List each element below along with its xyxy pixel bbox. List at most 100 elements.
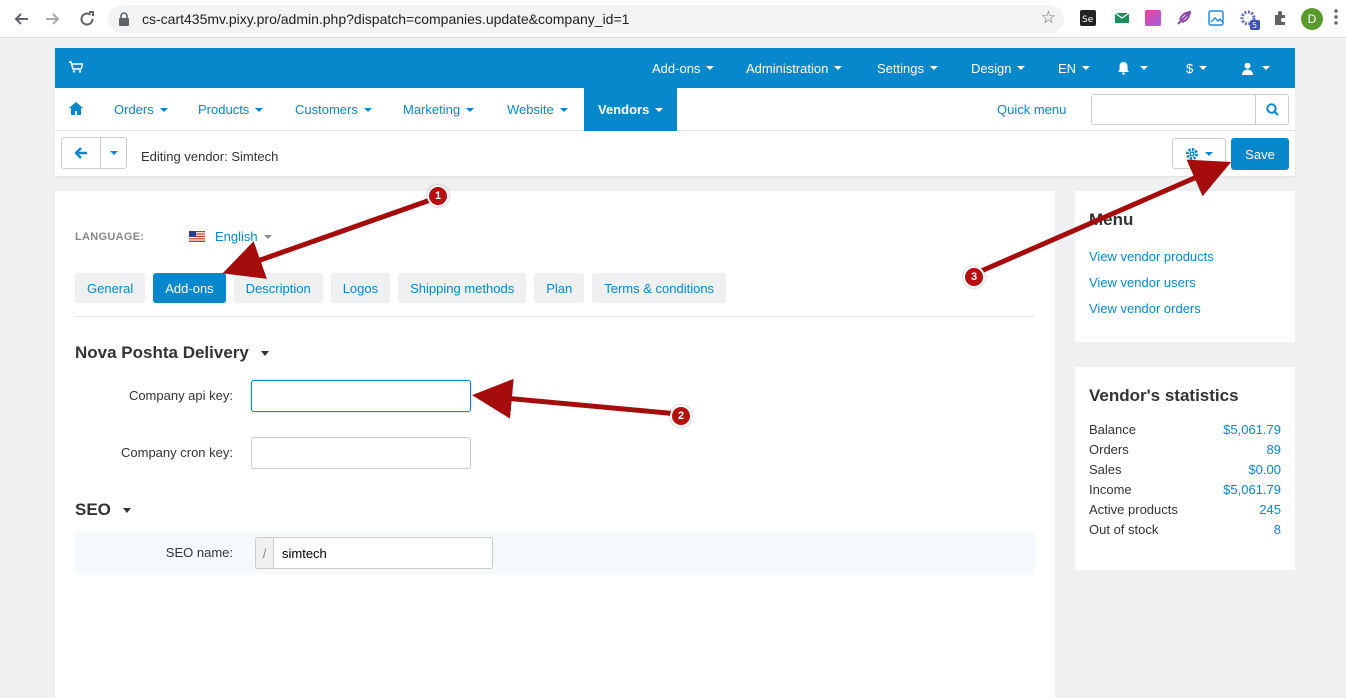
browser-menu-icon[interactable] — [1334, 9, 1340, 25]
cart-icon[interactable] — [69, 61, 85, 76]
language-value: English — [215, 229, 258, 244]
view-vendor-products-link[interactable]: View vendor products — [1089, 249, 1214, 264]
topmenu-language[interactable]: EN — [1058, 48, 1091, 88]
view-vendor-users-link[interactable]: View vendor users — [1089, 275, 1196, 290]
nav-marketing[interactable]: Marketing — [403, 88, 475, 131]
back-arrow-icon — [74, 147, 87, 159]
topmenu-label: $ — [1186, 60, 1194, 76]
url-text: cs-cart435mv.pixy.pro/admin.php?dispatch… — [142, 11, 630, 27]
tab-description[interactable]: Description — [233, 273, 323, 303]
topmenu-bell[interactable] — [1117, 48, 1148, 88]
statistics-title: Vendor's statistics — [1089, 386, 1239, 405]
tab-plan[interactable]: Plan — [534, 273, 585, 303]
vendor-edit-panel: LANGUAGE: English General Add-ons Descri… — [55, 191, 1055, 698]
seo-prefix: / — [255, 537, 273, 569]
stat-row: Out of stock 8 — [1089, 522, 1281, 537]
topmenu-label: Design — [971, 60, 1012, 76]
address-bar[interactable]: cs-cart435mv.pixy.pro/admin.php?dispatch… — [108, 5, 1064, 33]
chevron-down-icon — [109, 151, 118, 155]
nav-website[interactable]: Website — [507, 88, 568, 131]
lock-icon — [118, 12, 130, 29]
stat-label: Sales — [1089, 462, 1122, 477]
vendor-tabs: General Add-ons Description Logos Shippi… — [75, 273, 734, 303]
image-extension-icon[interactable] — [1208, 10, 1224, 26]
seo-section-toggle[interactable]: SEO — [75, 500, 131, 520]
nav-label: Customers — [295, 102, 358, 117]
nav-label: Orders — [114, 102, 154, 117]
nav-products[interactable]: Products — [198, 88, 264, 131]
page-title: Editing vendor: Simtech — [141, 149, 279, 164]
stat-value[interactable]: $5,061.79 — [1223, 422, 1281, 437]
quick-menu-link[interactable]: Quick menu — [997, 102, 1066, 117]
admin-search — [1091, 94, 1289, 125]
stat-label: Active products — [1089, 502, 1178, 517]
nav-customers[interactable]: Customers — [295, 88, 372, 131]
topmenu-currency[interactable]: $ — [1186, 48, 1208, 88]
language-selector[interactable]: English — [189, 229, 272, 244]
browser-toolbar: cs-cart435mv.pixy.pro/admin.php?dispatch… — [0, 0, 1346, 38]
stat-row: Orders 89 — [1089, 442, 1281, 457]
stat-value[interactable]: $0.00 — [1248, 462, 1281, 477]
tab-terms-conditions[interactable]: Terms & conditions — [592, 273, 727, 303]
topmenu-user[interactable] — [1241, 48, 1270, 88]
reload-icon[interactable] — [76, 8, 98, 30]
nav-label: Website — [507, 102, 554, 117]
topmenu-administration[interactable]: Administration — [746, 48, 843, 88]
view-vendor-orders-link[interactable]: View vendor orders — [1089, 301, 1201, 316]
bell-icon — [1118, 62, 1129, 75]
language-label: LANGUAGE: — [75, 231, 145, 243]
tab-logos[interactable]: Logos — [330, 273, 391, 303]
profile-avatar[interactable]: D — [1301, 8, 1323, 30]
stat-value[interactable]: 245 — [1259, 502, 1281, 517]
gear-icon — [1186, 147, 1198, 160]
us-flag-icon — [189, 231, 205, 242]
stat-value[interactable]: $5,061.79 — [1223, 482, 1281, 497]
section-heading: Nova Poshta Delivery — [75, 343, 249, 362]
tab-shipping-methods[interactable]: Shipping methods — [398, 273, 527, 303]
seo-name-label: SEO name: — [165, 545, 233, 560]
back-arrow-icon[interactable] — [10, 8, 32, 30]
vendor-statistics-box: Vendor's statistics Balance $5,061.79 Ord… — [1075, 367, 1295, 570]
main-navigation: Orders Products Customers Marketing Webs… — [55, 88, 1295, 131]
nav-vendors[interactable]: Vendors — [584, 88, 678, 131]
api-key-label: Company api key: — [128, 388, 233, 403]
stat-label: Balance — [1089, 422, 1136, 437]
stat-value[interactable]: 8 — [1274, 522, 1281, 537]
stat-label: Orders — [1089, 442, 1129, 457]
mail-extension-icon[interactable] — [1114, 10, 1130, 26]
page-toolbar: Editing vendor: Simtech Save — [55, 131, 1295, 176]
annotation-badge: 2 — [670, 405, 692, 427]
save-button[interactable]: Save — [1231, 138, 1289, 170]
bookmark-star-icon[interactable]: ☆ — [1041, 8, 1056, 28]
topmenu-addons[interactable]: Add-ons — [652, 48, 715, 88]
svg-text:Se: Se — [1082, 15, 1094, 25]
back-dropdown-button[interactable] — [101, 138, 126, 168]
company-cron-key-input[interactable] — [251, 437, 471, 469]
nova-poshta-section-toggle[interactable]: Nova Poshta Delivery — [75, 343, 269, 363]
tab-addons[interactable]: Add-ons — [153, 273, 226, 303]
annotation-badge: 3 — [963, 266, 985, 288]
sidebar-menu-box: Menu View vendor products View vendor us… — [1075, 191, 1295, 342]
home-icon[interactable] — [69, 102, 83, 118]
tab-general[interactable]: General — [75, 273, 146, 303]
puzzle-extensions-icon[interactable] — [1272, 10, 1288, 26]
topmenu-settings[interactable]: Settings — [877, 48, 938, 88]
stat-value[interactable]: 89 — [1267, 442, 1281, 457]
selenium-extension-icon[interactable]: Se — [1080, 10, 1096, 26]
back-button[interactable] — [62, 138, 102, 168]
stat-row: Sales $0.00 — [1089, 462, 1281, 477]
stat-row: Balance $5,061.79 — [1089, 422, 1281, 437]
topmenu-design[interactable]: Design — [971, 48, 1026, 88]
gradient-extension-icon[interactable] — [1145, 10, 1161, 26]
search-button[interactable] — [1255, 95, 1288, 124]
settings-dropdown-button[interactable] — [1172, 138, 1226, 169]
feather-extension-icon[interactable] — [1176, 10, 1192, 26]
seo-name-input[interactable] — [273, 537, 493, 569]
nav-orders[interactable]: Orders — [114, 88, 168, 131]
color-wheel-extension-icon[interactable]: 5 — [1240, 10, 1260, 30]
forward-arrow-icon[interactable] — [42, 8, 64, 30]
admin-top-bar: Add-ons Administration Settings Design E… — [55, 48, 1295, 88]
search-input[interactable] — [1092, 95, 1252, 124]
company-api-key-input[interactable] — [251, 380, 471, 412]
sidebar-menu-title: Menu — [1089, 210, 1134, 229]
